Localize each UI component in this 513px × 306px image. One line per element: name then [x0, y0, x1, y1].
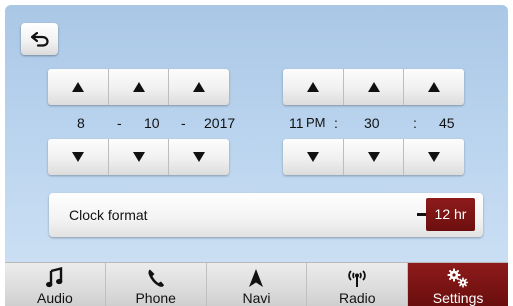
gears-icon	[446, 266, 470, 290]
up-arrow-icon	[367, 82, 380, 92]
date-picker: 8 - 10 - 2017	[48, 69, 235, 175]
back-arrow-icon	[30, 31, 49, 47]
nav-label-phone: Phone	[135, 290, 176, 306]
radio-signal-icon	[346, 266, 368, 290]
up-arrow-icon	[306, 82, 319, 92]
date-increment-row	[48, 69, 229, 105]
hour-increment-button[interactable]	[283, 69, 344, 105]
year-decrement-button[interactable]	[169, 139, 229, 175]
time-decrement-row	[283, 139, 464, 175]
nav-label-radio: Radio	[338, 290, 376, 306]
clock-format-row[interactable]: Clock format 12 hr	[49, 193, 483, 237]
up-arrow-icon	[428, 82, 441, 92]
time-increment-row	[283, 69, 464, 105]
time-picker: 11 PM : 30 : 45	[283, 69, 464, 175]
second-decrement-button[interactable]	[404, 139, 464, 175]
clock-format-toggle[interactable]: 12 hr	[426, 198, 475, 231]
second-value: 45	[439, 115, 455, 131]
month-increment-button[interactable]	[48, 69, 109, 105]
down-arrow-icon	[306, 152, 319, 162]
music-note-icon	[45, 266, 64, 290]
nav-item-phone[interactable]: Phone	[106, 263, 207, 306]
bottom-nav-bar: Audio Phone Navi Radio Settings	[5, 262, 508, 306]
down-arrow-icon	[132, 152, 145, 162]
hour-value: 11	[289, 115, 304, 131]
date-separator: -	[181, 115, 186, 131]
time-separator: :	[413, 115, 417, 131]
date-decrement-row	[48, 139, 229, 175]
settings-screen: 8 - 10 - 2017 11 PM : 30 : 45 Clock form…	[5, 5, 508, 306]
month-value: 8	[77, 115, 85, 131]
second-increment-button[interactable]	[404, 69, 464, 105]
nav-label-navi: Navi	[242, 290, 271, 306]
down-arrow-icon	[193, 152, 206, 162]
down-arrow-icon	[71, 152, 84, 162]
day-increment-button[interactable]	[108, 69, 170, 105]
date-separator: -	[117, 115, 122, 131]
up-arrow-icon	[132, 82, 145, 92]
ampm-value: PM	[306, 115, 326, 130]
date-values: 8 - 10 - 2017	[48, 112, 235, 134]
hour-decrement-button[interactable]	[283, 139, 344, 175]
month-decrement-button[interactable]	[48, 139, 109, 175]
phone-icon	[147, 266, 165, 290]
clock-format-label: Clock format	[69, 207, 148, 223]
up-arrow-icon	[193, 82, 206, 92]
day-value: 10	[144, 115, 160, 131]
down-arrow-icon	[367, 152, 380, 162]
nav-item-audio[interactable]: Audio	[5, 263, 106, 306]
navigation-arrow-icon	[248, 266, 264, 290]
down-arrow-icon	[428, 152, 441, 162]
nav-label-audio: Audio	[36, 290, 73, 306]
minute-value: 30	[364, 115, 380, 131]
nav-item-settings[interactable]: Settings	[408, 263, 508, 306]
nav-item-radio[interactable]: Radio	[307, 263, 409, 306]
day-decrement-button[interactable]	[108, 139, 170, 175]
nav-item-navi[interactable]: Navi	[207, 263, 308, 306]
back-button[interactable]	[21, 23, 58, 55]
up-arrow-icon	[71, 82, 84, 92]
minute-decrement-button[interactable]	[343, 139, 405, 175]
year-value: 2017	[204, 115, 236, 131]
time-separator: :	[334, 115, 338, 131]
minute-increment-button[interactable]	[343, 69, 405, 105]
time-values: 11 PM : 30 : 45	[283, 112, 464, 134]
year-increment-button[interactable]	[169, 69, 229, 105]
nav-label-settings: Settings	[432, 290, 484, 306]
